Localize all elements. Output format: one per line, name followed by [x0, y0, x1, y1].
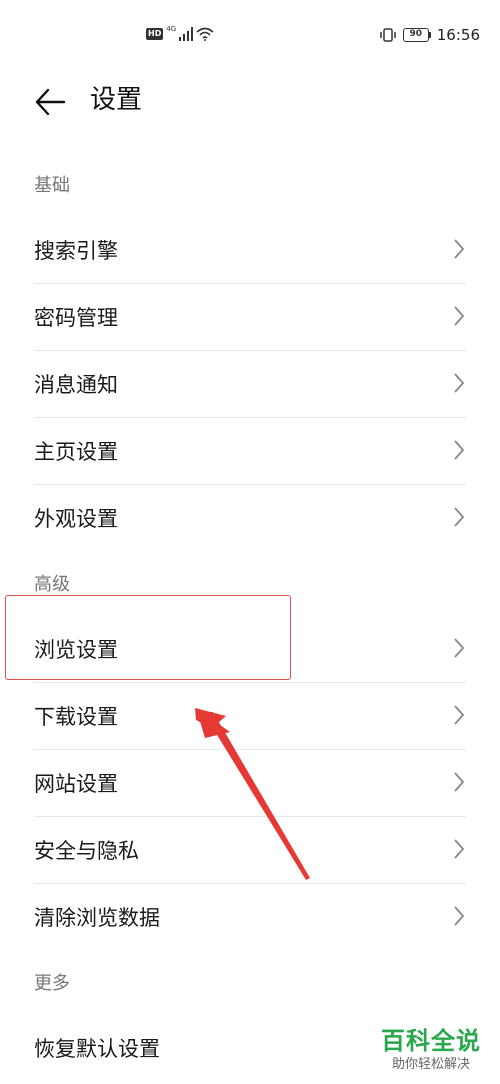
row-search-engine[interactable]: 搜索引擎 [0, 216, 500, 283]
back-button[interactable] [30, 82, 70, 122]
watermark-title: 百科全说 [381, 1027, 481, 1055]
section-label: 更多 [34, 973, 70, 994]
row-label: 恢复默认设置 [34, 1036, 160, 1061]
row-label: 消息通知 [34, 372, 118, 397]
chevron-right-icon [454, 772, 465, 792]
vibrate-icon [380, 28, 396, 42]
signal-icon [179, 27, 194, 41]
app-header: 设置 [0, 72, 500, 152]
row-label: 下载设置 [34, 704, 118, 729]
row-appearance-settings[interactable]: 外观设置 [0, 484, 500, 551]
row-label: 清除浏览数据 [34, 905, 160, 930]
network-indicators: HD 4G [146, 25, 214, 41]
section-advanced: 高级 浏览设置 下载设置 网站设置 安全与隐私 清除浏览数据 [0, 551, 500, 950]
row-security-privacy[interactable]: 安全与隐私 [0, 816, 500, 883]
chevron-right-icon [454, 306, 465, 326]
row-browsing-settings[interactable]: 浏览设置 [0, 615, 500, 682]
chevron-right-icon [454, 705, 465, 725]
status-bar: HD 4G 90 16:56 [0, 0, 500, 72]
status-time: 16:56 [436, 26, 480, 44]
row-site-settings[interactable]: 网站设置 [0, 749, 500, 816]
network-type: 4G [166, 25, 177, 33]
section-basic: 基础 搜索引擎 密码管理 消息通知 主页设置 外观设置 [0, 152, 500, 551]
watermark-logo: 百科全说 助你轻松解决 [376, 1026, 486, 1074]
section-label: 基础 [34, 175, 70, 196]
hd-badge: HD [146, 28, 164, 40]
row-label: 搜索引擎 [34, 238, 118, 263]
chevron-right-icon [454, 507, 465, 527]
chevron-right-icon [454, 373, 465, 393]
chevron-right-icon [454, 239, 465, 259]
row-password-manager[interactable]: 密码管理 [0, 283, 500, 350]
row-notifications[interactable]: 消息通知 [0, 350, 500, 417]
chevron-right-icon [454, 638, 465, 658]
chevron-right-icon [454, 440, 465, 460]
row-label: 密码管理 [34, 305, 118, 330]
row-clear-browsing-data[interactable]: 清除浏览数据 [0, 883, 500, 950]
arrow-left-icon [35, 88, 66, 116]
row-label: 安全与隐私 [34, 838, 139, 863]
battery-icon: 90 [402, 28, 431, 42]
section-label: 高级 [34, 574, 70, 595]
row-label: 网站设置 [34, 771, 118, 796]
page-title: 设置 [90, 85, 143, 115]
row-download-settings[interactable]: 下载设置 [0, 682, 500, 749]
chevron-right-icon [454, 906, 465, 926]
row-label: 浏览设置 [34, 637, 118, 662]
row-label: 外观设置 [34, 506, 118, 531]
row-label: 主页设置 [34, 439, 118, 464]
watermark-subtitle: 助你轻松解决 [391, 1057, 470, 1072]
status-right: 90 16:56 [379, 26, 480, 44]
wifi-icon [196, 27, 214, 41]
row-homepage-settings[interactable]: 主页设置 [0, 417, 500, 484]
battery-level: 90 [402, 28, 429, 42]
chevron-right-icon [454, 839, 465, 859]
